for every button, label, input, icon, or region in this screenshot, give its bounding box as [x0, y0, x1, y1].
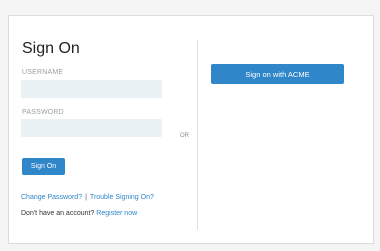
or-label: OR: [180, 132, 189, 140]
register-now-link[interactable]: Register now: [96, 210, 137, 217]
register-row: Don't have an account? Register now: [21, 210, 137, 217]
no-account-text: Don't have an account?: [21, 210, 95, 217]
change-password-link[interactable]: Change Password?: [21, 194, 82, 201]
sign-on-button[interactable]: Sign On: [22, 158, 65, 175]
vertical-divider: [197, 40, 198, 230]
link-separator: |: [85, 194, 87, 201]
trouble-signing-on-link[interactable]: Trouble Signing On?: [90, 194, 154, 201]
sso-acme-button[interactable]: Sign on with ACME: [211, 64, 344, 84]
username-field[interactable]: [21, 80, 162, 98]
username-label: USERNAME: [22, 69, 64, 76]
page-title: Sign On: [22, 40, 80, 57]
help-links: Change Password? | Trouble Signing On?: [21, 194, 154, 201]
password-field[interactable]: [21, 119, 162, 137]
password-label: PASSWORD: [22, 109, 64, 116]
